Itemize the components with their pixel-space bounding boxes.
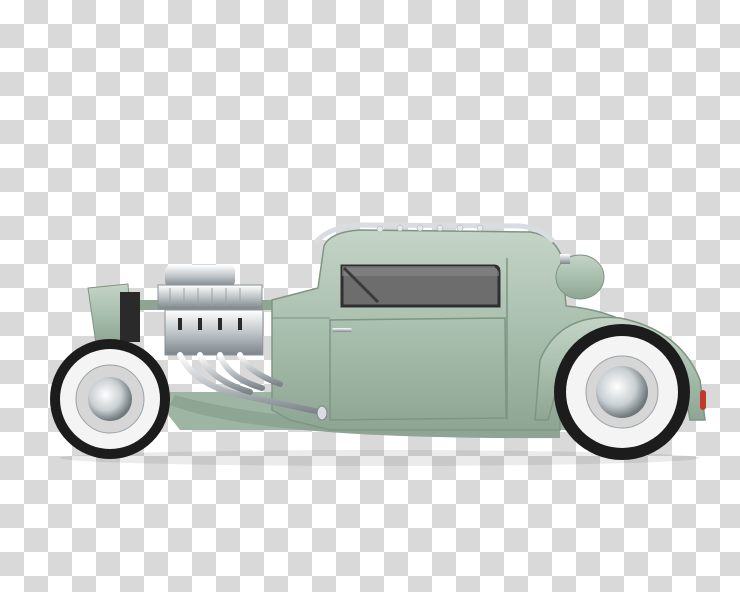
front-wheel [50,339,170,459]
tail-light [700,390,706,410]
rear-hubcap [596,366,648,418]
blower-scoop [165,265,235,287]
window-glare [342,266,499,276]
front-hubcap [88,377,132,421]
radiator-core [120,292,140,342]
hot-rod-car [50,222,706,466]
image-canvas [0,0,740,592]
door-handle [332,328,352,332]
rear-wheel [554,324,690,460]
supercharger [157,284,263,310]
fuel-cap [560,254,570,264]
exhaust-tip [316,405,328,421]
engine-heads [164,309,264,356]
